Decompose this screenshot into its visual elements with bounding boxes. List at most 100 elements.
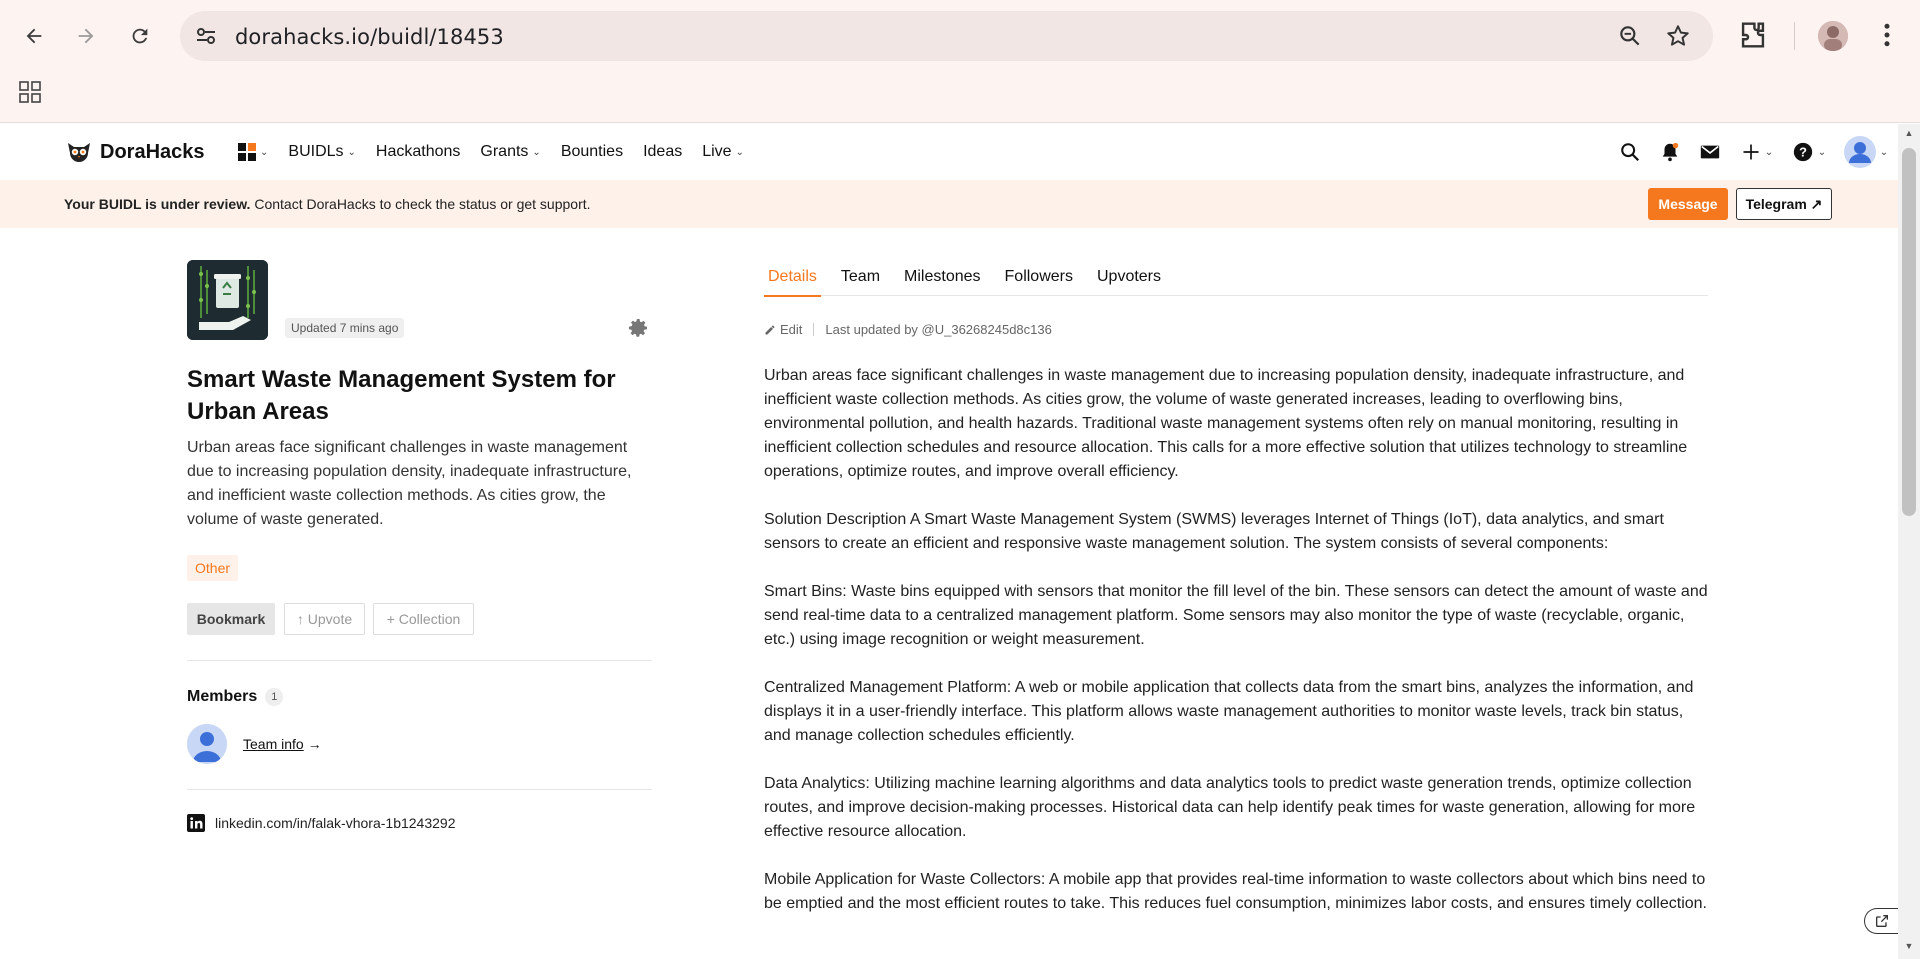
nav-apps-dropdown[interactable]: ⌄ (228, 124, 278, 180)
grid-apps-icon (238, 143, 256, 161)
separator (813, 323, 815, 336)
chevron-down-icon: ⌄ (347, 146, 356, 158)
site-settings-icon[interactable] (194, 24, 218, 48)
avatar (1843, 136, 1876, 168)
linkedin-icon (187, 814, 205, 832)
add-collection-button[interactable]: + Collection (373, 603, 474, 635)
nav-grants[interactable]: Grants ⌄ (470, 124, 550, 180)
nav-grants-label: Grants (480, 143, 529, 160)
create-dropdown[interactable]: ⌄ (1730, 132, 1784, 172)
scrollbar-thumb[interactable] (1902, 148, 1916, 516)
page-scrollbar[interactable]: ▲ ▼ (1898, 124, 1920, 959)
chevron-down-icon: ⌄ (1764, 146, 1774, 158)
nav-hackathons[interactable]: Hackathons (366, 124, 471, 180)
back-icon[interactable] (16, 18, 52, 54)
updated-badge: Updated 7 mins ago (285, 318, 405, 338)
team-info-label: Team info (243, 736, 304, 752)
scroll-up-arrow-icon[interactable]: ▲ (1898, 128, 1920, 142)
chevron-down-icon: ⌄ (735, 146, 744, 158)
main-nav: ⌄ BUIDLs ⌄ Hackathons Grants ⌄ Bounties Id… (228, 124, 754, 180)
nav-hackathons-label: Hackathons (375, 143, 461, 160)
divider (187, 660, 652, 661)
user-menu[interactable]: ⌄ (1834, 132, 1898, 172)
nav-live[interactable]: Live ⌄ (692, 124, 754, 180)
tab-team[interactable]: Team (837, 258, 884, 296)
details-paragraph: Urban areas face significant challenges … (764, 367, 1688, 480)
toolbar-divider (1794, 22, 1795, 50)
last-updated-text: Last updated by @U_36268245d8c136 (825, 322, 1052, 337)
browser-toolbar: dorahacks.io/buidl/18453 (0, 0, 1920, 123)
dorahacks-logo[interactable]: DoraHacks (64, 137, 205, 167)
members-label: Members (187, 688, 258, 705)
zoom-icon[interactable] (1617, 23, 1643, 54)
project-tabs: Details Team Milestones Followers Upvote… (764, 258, 1708, 297)
details-paragraph: Smart Bins: Waste bins equipped with sen… (764, 583, 1708, 648)
pencil-icon (765, 325, 775, 334)
search-icon[interactable] (1610, 132, 1650, 172)
svg-text:?: ? (1799, 145, 1807, 160)
apps-icon[interactable] (18, 80, 42, 109)
mail-icon[interactable] (1690, 132, 1730, 172)
help-icon: ? (1793, 142, 1812, 162)
share-icon[interactable] (1864, 908, 1898, 934)
nav-buidls[interactable]: BUIDLs ⌄ (278, 124, 366, 180)
details-paragraph: Centralized Management Platform: A web o… (764, 679, 1694, 744)
arrow-right-icon: → (303, 736, 322, 752)
extensions-icon[interactable] (1736, 18, 1770, 57)
member-avatar[interactable] (187, 724, 227, 764)
url-text: dorahacks.io/buidl/18453 (235, 25, 504, 49)
members-heading: Members 1 (187, 688, 284, 706)
tab-followers[interactable]: Followers (1001, 258, 1077, 296)
menu-icon[interactable] (1872, 20, 1902, 55)
team-info-link[interactable]: Team info → (243, 736, 322, 752)
tab-upvoters[interactable]: Upvoters (1093, 258, 1165, 296)
chevron-down-icon: ⌄ (1879, 146, 1889, 158)
profile-icon[interactable] (1818, 21, 1848, 51)
dorahacks-owl-icon (68, 143, 90, 162)
nav-ideas-label: Ideas (643, 143, 683, 160)
edit-button[interactable]: Edit (764, 322, 802, 337)
nav-ideas[interactable]: Ideas (633, 124, 692, 180)
gear-icon[interactable] (626, 316, 650, 345)
details-paragraph: Mobile Application for Waste Collectors:… (764, 871, 1707, 912)
nav-buidls-label: BUIDLs (288, 143, 344, 160)
chevron-down-icon: ⌄ (260, 146, 269, 158)
logo-text: DoraHacks (100, 140, 205, 163)
edit-row: Edit Last updated by @U_36268245d8c136 (764, 322, 1052, 337)
project-description: Urban areas face significant challenges … (187, 439, 632, 528)
details-paragraph: Data Analytics: Utilizing machine learni… (764, 775, 1696, 840)
forward-icon[interactable] (68, 18, 104, 54)
header-actions: ⌄ ? ⌄ ⌄ (1610, 124, 1898, 180)
project-logo (187, 260, 268, 340)
nav-live-label: Live (702, 143, 732, 160)
linkedin-link[interactable]: linkedin.com/in/falak-vhora-1b1243292 (187, 814, 455, 832)
banner-bold-text: Your BUIDL is under review. (64, 196, 251, 212)
plus-icon (1743, 144, 1759, 160)
chevron-down-icon: ⌄ (1817, 146, 1827, 158)
banner-body-text: Contact DoraHacks to check the status or… (250, 196, 591, 212)
notification-bell-icon[interactable] (1650, 132, 1690, 172)
message-button[interactable]: Message (1648, 188, 1728, 220)
details-content: Urban areas face significant challenges … (764, 364, 1708, 940)
upvote-button[interactable]: ↑ Upvote (284, 603, 365, 635)
nav-bounties[interactable]: Bounties (551, 124, 633, 180)
bookmark-star-icon[interactable] (1665, 23, 1691, 54)
tab-milestones[interactable]: Milestones (900, 258, 984, 296)
divider (187, 789, 652, 790)
project-title: Smart Waste Management System for Urban … (187, 366, 616, 425)
help-dropdown[interactable]: ? ⌄ (1784, 132, 1834, 172)
linkedin-url: linkedin.com/in/falak-vhora-1b1243292 (215, 815, 456, 831)
tab-details[interactable]: Details (764, 258, 821, 297)
telegram-button[interactable]: Telegram ↗ (1736, 188, 1832, 220)
chevron-down-icon: ⌄ (532, 146, 541, 158)
address-bar[interactable]: dorahacks.io/buidl/18453 (180, 11, 1713, 61)
banner-text: Your BUIDL is under review. Contact Dora… (64, 196, 591, 212)
nav-bounties-label: Bounties (560, 143, 624, 160)
scroll-down-arrow-icon[interactable]: ▼ (1898, 941, 1920, 955)
reload-icon[interactable] (122, 18, 158, 54)
members-count-badge: 1 (265, 688, 284, 706)
bookmark-button[interactable]: Bookmark (187, 603, 275, 635)
details-paragraph: Solution Description A Smart Waste Manag… (764, 511, 1664, 552)
category-tag[interactable]: Other (187, 555, 239, 581)
site-header: DoraHacks ⌄ BUIDLs ⌄ Hackathons Grants ⌄ B… (0, 124, 1898, 180)
